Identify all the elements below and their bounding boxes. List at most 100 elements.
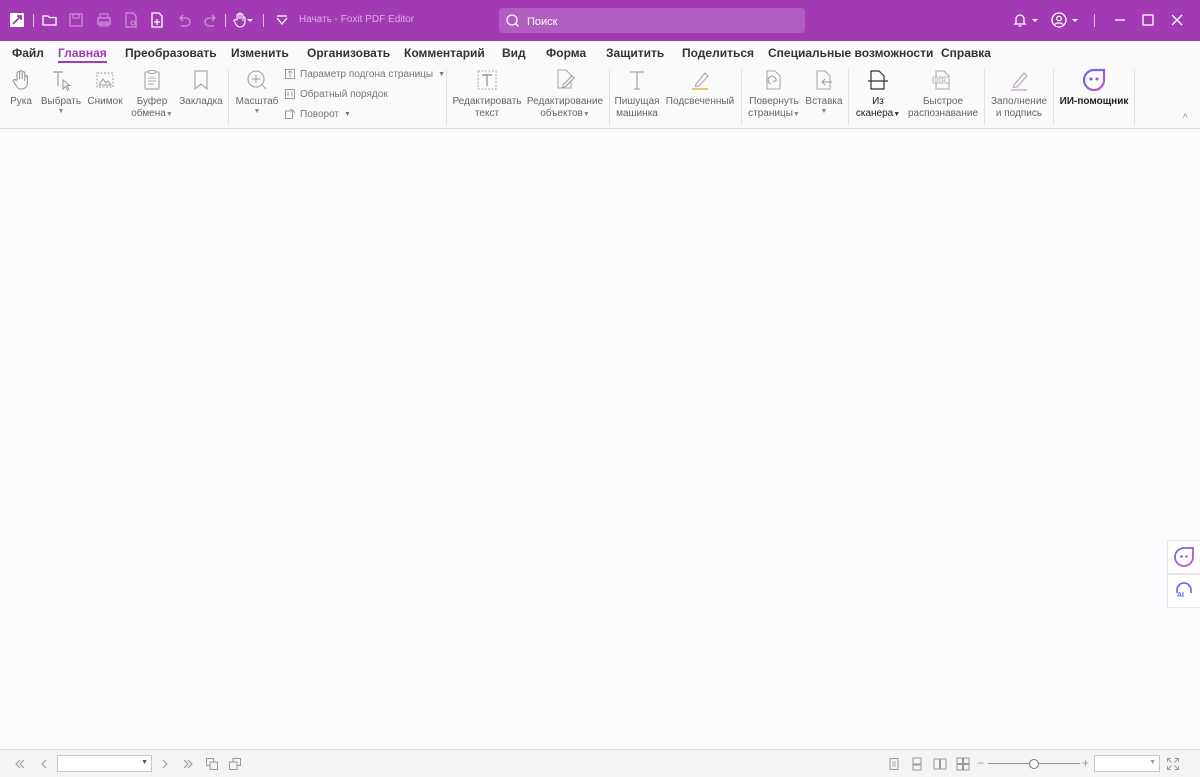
separator	[228, 69, 229, 125]
chevron-down-icon[interactable]	[1029, 10, 1041, 30]
pen-icon	[1006, 67, 1032, 93]
rotate-button[interactable]: Поворот ▼	[284, 106, 351, 122]
minimize-icon[interactable]	[1110, 10, 1130, 30]
fullscreen-icon[interactable]	[1165, 756, 1181, 772]
continuous-view-icon[interactable]	[909, 756, 925, 772]
clipboard-button[interactable]: Буфер обмена▼	[130, 67, 174, 120]
page-number-input[interactable]: ▼	[57, 755, 152, 772]
separator	[446, 69, 447, 125]
chevron-down-icon[interactable]: ▼	[793, 111, 800, 118]
chevron-down-icon[interactable]: ▼	[141, 759, 148, 766]
single-page-view-icon[interactable]	[886, 756, 902, 772]
open-folder-icon[interactable]	[40, 10, 60, 30]
window-title: Начать - Foxit PDF Editor	[299, 14, 415, 25]
undo-icon[interactable]	[174, 10, 194, 30]
print-icon[interactable]	[94, 10, 114, 30]
chevron-down-icon[interactable]	[1069, 10, 1081, 30]
menu-home[interactable]: Главная	[58, 46, 107, 63]
next-view-icon[interactable]	[227, 756, 243, 772]
title-bar: Начать - Foxit PDF Editor	[0, 0, 1200, 41]
new-document-icon[interactable]	[147, 10, 167, 30]
chevron-down-icon[interactable]: ▼	[254, 108, 261, 116]
ai-headset-icon: AI	[1176, 582, 1192, 599]
last-page-icon[interactable]	[180, 756, 196, 772]
zoom-in-button[interactable]: +	[1082, 756, 1089, 770]
search-box[interactable]	[499, 8, 805, 33]
chevron-down-icon[interactable]: ▼	[58, 108, 65, 116]
chevron-down-icon[interactable]	[244, 10, 256, 30]
separator	[984, 69, 985, 125]
from-scanner-button[interactable]: Из сканера▼	[854, 67, 902, 120]
previous-page-icon[interactable]	[36, 756, 52, 772]
bookmark-button[interactable]: Закладка	[179, 67, 223, 108]
reverse-order-button[interactable]: Обратный порядок	[284, 86, 388, 102]
menu-share[interactable]: Поделиться	[682, 46, 754, 60]
menu-file[interactable]: Файл	[12, 46, 44, 60]
previous-view-icon[interactable]	[204, 756, 220, 772]
facing-view-icon[interactable]	[932, 756, 948, 772]
separator	[1094, 14, 1095, 27]
redo-icon[interactable]	[201, 10, 221, 30]
fit-page-button[interactable]: Параметр подгона страницы ▼	[284, 66, 445, 82]
close-icon[interactable]	[1167, 10, 1187, 30]
zoom-slider-handle[interactable]	[1029, 759, 1039, 769]
scanner-document-icon	[865, 67, 891, 93]
continuous-facing-view-icon[interactable]	[955, 756, 971, 772]
collapse-ribbon-icon[interactable]: ^	[1183, 113, 1188, 124]
maximize-icon[interactable]	[1138, 10, 1158, 30]
fill-sign-button[interactable]: Заполнение и подпись	[989, 67, 1049, 120]
highlight-button[interactable]: Подсвеченный	[665, 67, 735, 108]
hand-icon	[8, 67, 34, 93]
menu-organize[interactable]: Организовать	[307, 46, 390, 60]
edit-objects-button[interactable]: Редактирование объектов▼	[526, 67, 604, 120]
menu-form[interactable]: Форма	[546, 46, 586, 60]
typewriter-button[interactable]: Пишущая машинка	[614, 67, 660, 120]
zoom-out-button[interactable]: −	[977, 756, 984, 770]
chevron-down-icon[interactable]: ▼	[1149, 759, 1156, 766]
rotate-pages-icon	[761, 67, 787, 93]
chevron-down-icon[interactable]: ▼	[438, 71, 445, 78]
menu-view[interactable]: Вид	[502, 46, 526, 60]
ai-assistant-icon	[1081, 67, 1107, 93]
ai-assist-side-button[interactable]: AI	[1167, 574, 1200, 608]
ai-chat-side-button[interactable]	[1167, 540, 1200, 574]
menu-convert[interactable]: Преобразовать	[125, 46, 217, 60]
menu-help[interactable]: Справка	[941, 46, 991, 60]
menu-comment[interactable]: Комментарий	[404, 46, 485, 60]
chevron-down-icon[interactable]: ▼	[344, 111, 351, 118]
zoom-button[interactable]: Масштаб ▼	[235, 67, 279, 116]
hand-button[interactable]: Рука	[8, 67, 34, 108]
chevron-down-icon[interactable]: ▼	[583, 111, 590, 118]
ocr-icon: OCR	[930, 67, 956, 93]
snapshot-icon	[92, 67, 118, 93]
rotate-pages-button[interactable]: Повернуть страницы▼	[747, 67, 801, 120]
first-page-icon[interactable]	[12, 756, 28, 772]
chevron-down-icon[interactable]: ▼	[166, 111, 173, 118]
zoom-level-input[interactable]: ▼	[1094, 755, 1160, 772]
search-input[interactable]	[525, 11, 799, 32]
ai-assistant-button[interactable]: ИИ-помощник	[1058, 67, 1130, 108]
quick-ocr-button[interactable]: OCR Быстрое распознавание	[906, 67, 980, 120]
separator	[263, 14, 264, 27]
chevron-down-icon[interactable]: ▼	[893, 111, 900, 118]
insert-page-icon	[811, 67, 837, 93]
save-icon[interactable]	[66, 10, 86, 30]
insert-button[interactable]: Вставка ▼	[805, 67, 843, 116]
snapshot-button[interactable]: Снимок	[86, 67, 124, 108]
status-bar: ▼ − + ▼	[0, 749, 1200, 777]
menu-protect[interactable]: Защитить	[606, 46, 664, 60]
separator	[741, 69, 742, 125]
select-button[interactable]: Выбрать ▼	[40, 67, 82, 116]
foxit-logo-icon[interactable]	[7, 10, 27, 30]
bell-icon[interactable]	[1010, 10, 1030, 30]
chevron-down-icon[interactable]: ▼	[821, 108, 828, 116]
highlighter-icon	[687, 67, 713, 93]
properties-icon[interactable]	[121, 10, 141, 30]
customize-toolbar-icon[interactable]	[272, 10, 292, 30]
menu-accessibility[interactable]: Специальные возможности	[768, 46, 933, 60]
next-page-icon[interactable]	[157, 756, 173, 772]
edit-text-button[interactable]: Редактировать текст	[452, 67, 522, 120]
menu-edit[interactable]: Изменить	[231, 46, 289, 60]
typewriter-icon	[624, 67, 650, 93]
account-icon[interactable]	[1049, 10, 1069, 30]
